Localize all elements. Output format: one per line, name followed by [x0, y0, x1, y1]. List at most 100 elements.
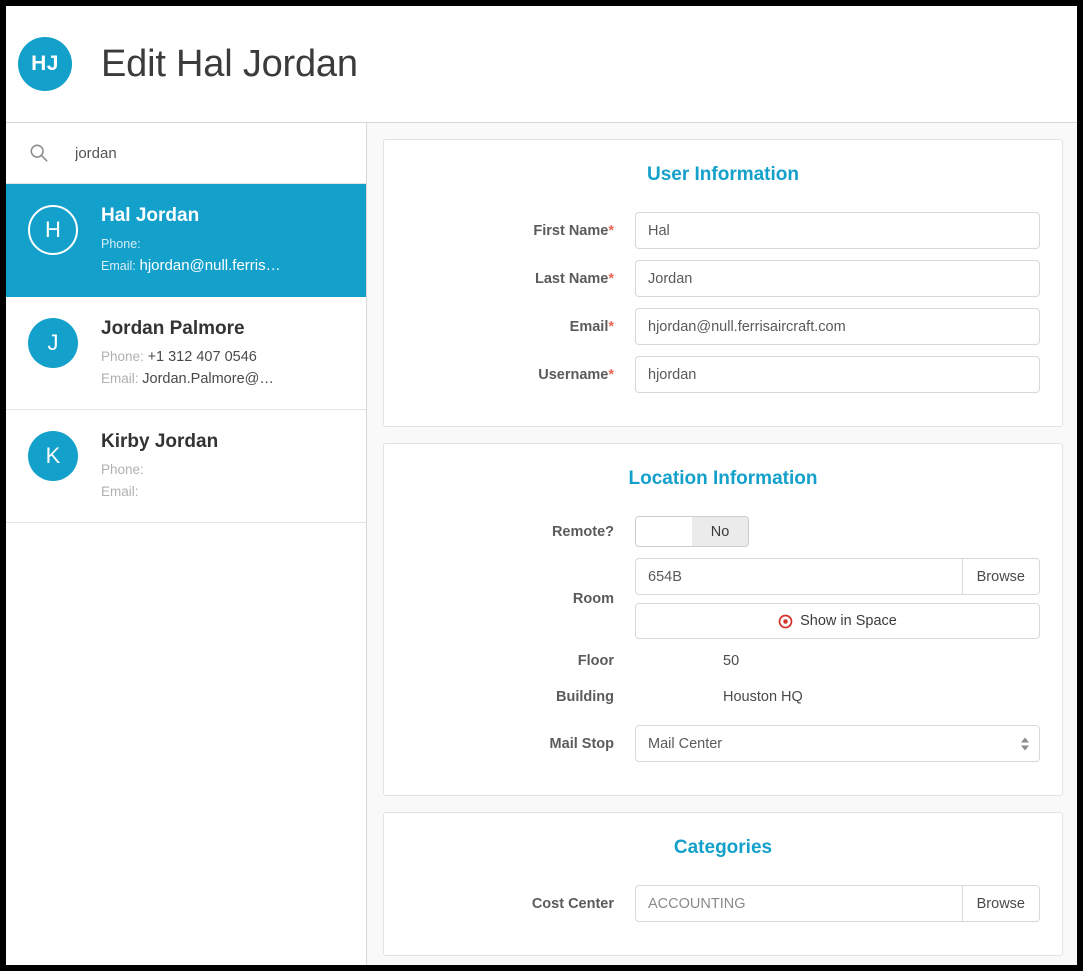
- app-window: HJ Edit Hal Jordan H Hal Jordan Phone:: [0, 0, 1083, 971]
- cost-center-input-group: Browse: [635, 885, 1040, 922]
- person-phone: Phone:: [101, 459, 218, 481]
- last-name-input[interactable]: [635, 260, 1040, 297]
- field-row-last-name: Last Name*: [406, 260, 1040, 297]
- last-name-label: Last Name*: [406, 271, 635, 287]
- email-label: Email*: [406, 319, 635, 335]
- floor-value: 50: [723, 653, 740, 669]
- username-field-area: [635, 356, 1040, 393]
- floor-field-area: 50: [635, 653, 1040, 669]
- first-name-field-area: [635, 212, 1040, 249]
- avatar: K: [28, 431, 78, 481]
- page-header: HJ Edit Hal Jordan: [6, 6, 1077, 123]
- list-item-info: Jordan Palmore Phone: +1 312 407 0546 Em…: [101, 316, 274, 390]
- room-browse-button[interactable]: Browse: [961, 558, 1040, 595]
- mail-stop-field-area: Mail Center: [635, 725, 1040, 762]
- mail-stop-label: Mail Stop: [549, 735, 614, 752]
- last-name-field-area: [635, 260, 1040, 297]
- field-row-email: Email*: [406, 308, 1040, 345]
- list-item[interactable]: K Kirby Jordan Phone: Email:: [6, 410, 366, 523]
- remote-toggle[interactable]: No: [635, 516, 749, 547]
- target-icon: [778, 614, 793, 628]
- main-content: User Information First Name* Last Name*: [367, 123, 1077, 965]
- building-label: Building: [556, 689, 614, 705]
- field-row-mail-stop: Mail Stop Mail Center: [406, 725, 1040, 762]
- sidebar: H Hal Jordan Phone: Email: hjordan@null.…: [6, 123, 367, 965]
- label-text: Last Name: [535, 270, 609, 287]
- required-marker: *: [608, 270, 614, 287]
- person-email: Email:: [101, 481, 218, 503]
- first-name-label: First Name*: [406, 223, 635, 239]
- username-input[interactable]: [635, 356, 1040, 393]
- panel-user-information: User Information First Name* Last Name*: [383, 139, 1063, 427]
- label-text: Username: [538, 366, 609, 383]
- field-row-room: Room Browse: [406, 558, 1040, 639]
- person-name: Hal Jordan: [101, 205, 200, 226]
- first-name-input[interactable]: [635, 212, 1040, 249]
- body-area: H Hal Jordan Phone: Email: hjordan@null.…: [6, 123, 1077, 965]
- required-marker: *: [608, 222, 614, 239]
- avatar: H: [28, 205, 78, 255]
- panel-location-information: Location Information Remote? No Room 654…: [383, 443, 1063, 796]
- avatar: HJ: [18, 37, 72, 91]
- remote-field-area: No: [635, 516, 1040, 547]
- field-row-floor: Floor 50: [406, 653, 1040, 669]
- required-marker: *: [608, 318, 614, 335]
- panel-categories: Categories Cost Center Browse: [383, 812, 1063, 956]
- list-item[interactable]: H Hal Jordan Phone: Email: hjordan@null.…: [6, 184, 366, 297]
- email-input[interactable]: [635, 308, 1040, 345]
- stepper-arrows-icon: [1021, 737, 1029, 750]
- phone-value: +1 312 407 0546: [147, 349, 257, 365]
- cost-center-browse-button[interactable]: Browse: [961, 885, 1040, 922]
- room-input[interactable]: [635, 558, 962, 595]
- field-row-first-name: First Name*: [406, 212, 1040, 249]
- label-text: First Name: [533, 222, 609, 239]
- floor-label: Floor: [577, 653, 614, 669]
- list-item[interactable]: J Jordan Palmore Phone: +1 312 407 0546 …: [6, 297, 366, 410]
- building-value: Houston HQ: [723, 689, 803, 705]
- field-row-username: Username*: [406, 356, 1040, 393]
- email-label: Email:: [101, 484, 139, 499]
- cost-center-field-area: Browse: [635, 885, 1040, 922]
- show-in-space-button[interactable]: Show in Space: [635, 603, 1040, 639]
- phone-label: Phone:: [101, 237, 141, 251]
- panel-title: Categories: [673, 837, 773, 858]
- field-row-building: Building Houston HQ: [406, 689, 1040, 705]
- page-title: Edit Hal Jordan: [101, 42, 358, 85]
- label-text: Email: [569, 318, 609, 335]
- mail-stop-select[interactable]: Mail Center: [635, 725, 1040, 762]
- email-label: Email:: [101, 371, 139, 386]
- required-marker: *: [608, 366, 614, 383]
- search-input[interactable]: [73, 143, 323, 163]
- remote-toggle-state[interactable]: No: [692, 517, 748, 546]
- room-input-group: Browse: [635, 558, 1040, 595]
- person-name: Jordan Palmore: [101, 318, 245, 339]
- search-row: [6, 123, 366, 184]
- avatar: J: [28, 318, 78, 368]
- search-icon: [30, 144, 48, 162]
- panel-title: Location Information: [628, 468, 818, 489]
- person-phone: Phone: +1 312 407 0546: [101, 346, 274, 368]
- email-value: hjordan@null.ferris…: [139, 257, 281, 274]
- person-email: Email: Jordan.Palmore@…: [101, 368, 274, 390]
- show-in-space-label: Show in Space: [800, 613, 897, 629]
- username-label: Username*: [406, 367, 635, 383]
- building-field-area: Houston HQ: [635, 689, 1040, 705]
- cost-center-label: Cost Center: [531, 895, 614, 912]
- person-name: Kirby Jordan: [101, 431, 219, 452]
- mail-stop-select-wrap: Mail Center: [635, 725, 1040, 762]
- phone-label: Phone:: [101, 349, 144, 364]
- room-label: Room: [572, 590, 614, 607]
- email-label: Email:: [101, 259, 136, 273]
- room-field-area: Browse Show in Space: [635, 558, 1040, 639]
- field-row-remote: Remote? No: [406, 516, 1040, 547]
- field-row-cost-center: Cost Center Browse: [406, 885, 1040, 922]
- person-email: Email: hjordan@null.ferris…: [101, 255, 281, 277]
- email-value: Jordan.Palmore@…: [142, 371, 274, 387]
- cost-center-input[interactable]: [635, 885, 962, 922]
- phone-label: Phone:: [101, 462, 144, 477]
- list-item-info: Kirby Jordan Phone: Email:: [101, 429, 218, 503]
- remote-toggle-yes-side[interactable]: [636, 517, 692, 546]
- person-phone: Phone:: [101, 233, 281, 255]
- panel-title: User Information: [646, 164, 800, 185]
- list-item-info: Hal Jordan Phone: Email: hjordan@null.fe…: [101, 203, 281, 277]
